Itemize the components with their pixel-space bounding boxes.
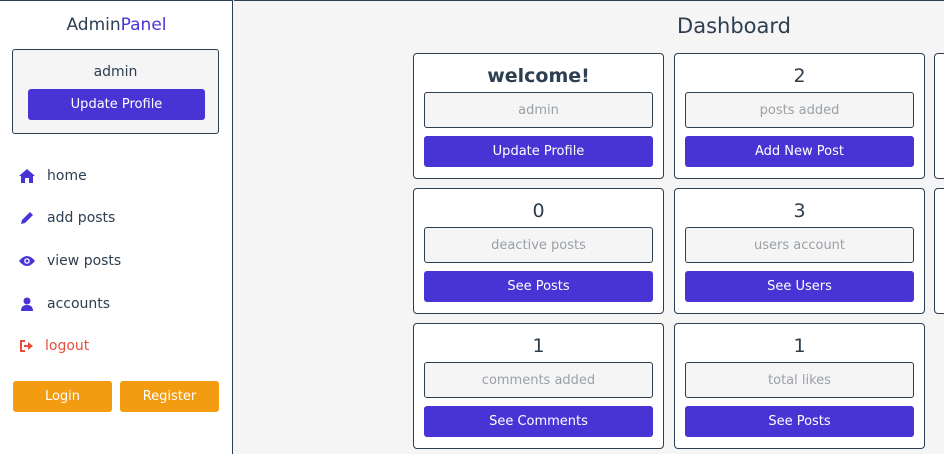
nav-item-home[interactable]: home (19, 164, 87, 188)
see-comments-button[interactable]: See Comments (424, 406, 653, 437)
card-total-likes: 1 total likes See Posts (674, 323, 925, 449)
brand-logo[interactable]: AdminPanel (0, 15, 233, 35)
nav-item-view-posts[interactable]: view posts (19, 249, 121, 273)
card-users-account: 3 users account See Users (674, 188, 925, 314)
see-posts-likes-button[interactable]: See Posts (685, 406, 914, 437)
page-title: Dashboard (677, 14, 791, 38)
add-new-post-button[interactable]: Add New Post (685, 136, 914, 167)
home-icon (19, 168, 35, 184)
eye-icon (19, 253, 35, 269)
sign-out-icon (19, 338, 35, 354)
card-field: comments added (424, 362, 653, 398)
nav-item-accounts[interactable]: accounts (19, 292, 110, 316)
card-title: 1 (793, 335, 806, 357)
card-partial (934, 53, 944, 179)
card-field: posts added (685, 92, 914, 128)
card-partial (934, 188, 944, 314)
profile-box: admin Update Profile (12, 49, 219, 134)
nav-label-logout: logout (45, 338, 90, 354)
nav-item-add-posts[interactable]: add posts (19, 206, 115, 230)
card-deactive-posts: 0 deactive posts See Posts (413, 188, 664, 314)
nav-label-accounts: accounts (47, 296, 111, 312)
nav-label-add-posts: add posts (47, 210, 116, 226)
brand-prefix: Admin (66, 15, 121, 35)
register-button[interactable]: Register (120, 381, 219, 412)
profile-name: admin (93, 64, 138, 80)
card-field: admin (424, 92, 653, 128)
card-field: users account (685, 227, 914, 263)
card-title: 1 (532, 335, 545, 357)
card-title: 2 (793, 65, 806, 87)
user-icon (19, 296, 35, 312)
update-profile-button[interactable]: Update Profile (28, 89, 205, 120)
nav-label-view-posts: view posts (47, 253, 122, 269)
nav-item-logout[interactable]: logout (19, 334, 89, 358)
card-title: welcome! (487, 65, 590, 87)
card-title: 3 (793, 200, 806, 222)
nav-label-home: home (47, 168, 87, 184)
card-title: 0 (532, 200, 545, 222)
card-comments-added: 1 comments added See Comments (413, 323, 664, 449)
card-welcome: welcome! admin Update Profile (413, 53, 664, 179)
main-content: Dashboard welcome! admin Update Profile … (234, 0, 944, 454)
brand-accent: Panel (120, 15, 167, 35)
sidebar: AdminPanel admin Update Profile home add… (0, 0, 233, 454)
update-profile-card-button[interactable]: Update Profile (424, 136, 653, 167)
card-field: deactive posts (424, 227, 653, 263)
see-users-button[interactable]: See Users (685, 271, 914, 302)
card-field: total likes (685, 362, 914, 398)
login-button[interactable]: Login (13, 381, 112, 412)
pencil-icon (19, 210, 35, 226)
card-posts-added: 2 posts added Add New Post (674, 53, 925, 179)
see-posts-button[interactable]: See Posts (424, 271, 653, 302)
